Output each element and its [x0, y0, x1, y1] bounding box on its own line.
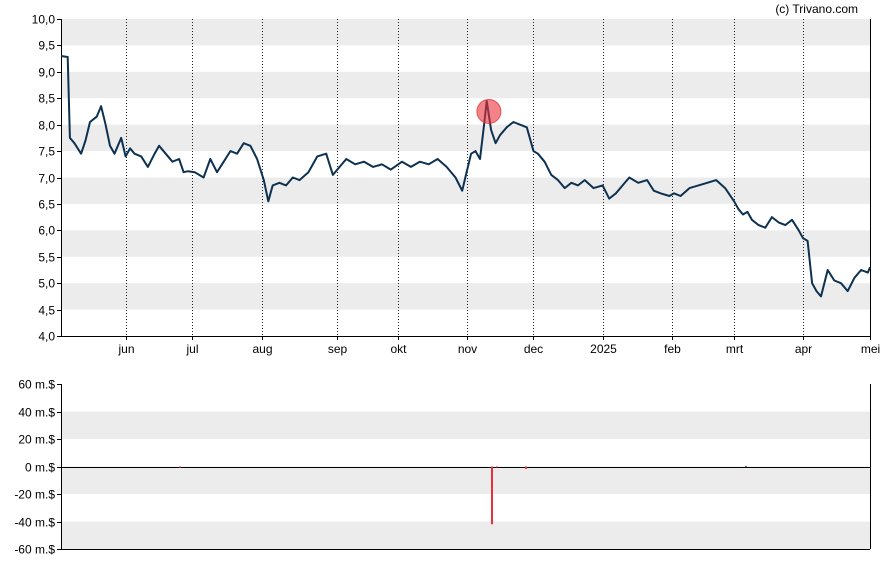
x-tick-label: dec	[524, 342, 543, 356]
transaction-bar	[525, 466, 527, 469]
y-tick-label: -40 m.$	[14, 516, 55, 530]
x-tick-label: feb	[664, 342, 681, 356]
chart-root: 4,0 4,5 5,0 5,5 6,0 6,5 7,0 7,5 8,0 8,5 9,0 9,5 10,0…	[0, 0, 888, 565]
price-chart-bands	[61, 19, 870, 310]
x-tick-label: apr	[795, 342, 812, 356]
y-tick-label: 6,5	[38, 198, 55, 212]
transaction-band	[61, 466, 870, 494]
price-band	[61, 283, 870, 310]
y-tick-label: 7,5	[38, 145, 55, 159]
price-band	[61, 230, 870, 257]
x-tick-label: jun	[117, 342, 134, 356]
x-tick-label: aug	[252, 342, 272, 356]
transaction-bar	[179, 466, 181, 468]
y-tick-label: 4,0	[38, 330, 55, 344]
y-tick-label: 40 m.$	[18, 406, 55, 420]
y-tick-label: 5,5	[38, 251, 55, 265]
y-tick-label: 60 m.$	[18, 378, 55, 392]
price-chart-x-ticks: jun jul aug sep okt nov dec 2025 feb mrt apr mei	[117, 336, 880, 356]
y-tick-label: 6,0	[38, 224, 55, 238]
chart-canvas: 4,0 4,5 5,0 5,5 6,0 6,5 7,0 7,5 8,0 8,5 9,0 9,5 10,0…	[14, 2, 880, 557]
x-tick-label: 2025	[590, 342, 617, 356]
highlight-circle	[476, 98, 502, 124]
transaction-bar	[491, 466, 493, 525]
y-tick-label: 7,0	[38, 172, 55, 186]
x-tick-label: nov	[458, 342, 477, 356]
transaction-band	[61, 411, 870, 439]
y-tick-label: 0 m.$	[25, 461, 55, 475]
price-band	[61, 71, 870, 99]
y-tick-label: -20 m.$	[14, 488, 55, 502]
transaction-bar	[745, 465, 747, 467]
credit-text: (c) Trivano.com	[775, 2, 858, 16]
price-highlight	[476, 98, 502, 124]
y-tick-label: 10,0	[32, 13, 56, 27]
x-tick-label: jul	[185, 342, 198, 356]
y-tick-label: 8,0	[38, 119, 55, 133]
transaction-band	[61, 521, 870, 549]
transaction-bar	[496, 466, 498, 468]
transaction-chart-y-ticks: -60 m.$ -40 m.$ -20 m.$ 0 m.$ 20 m.$ 40 m.$ 60…	[14, 378, 61, 557]
x-tick-label: sep	[328, 342, 348, 356]
y-tick-label: 5,0	[38, 277, 55, 291]
price-band	[61, 124, 870, 152]
x-tick-label: okt	[390, 342, 407, 356]
y-tick-label: 8,5	[38, 92, 55, 106]
y-tick-label: 20 m.$	[18, 433, 55, 447]
transaction-chart-bands	[61, 411, 870, 549]
price-chart-y-ticks: 4,0 4,5 5,0 5,5 6,0 6,5 7,0 7,5 8,0 8,5 9,0 9,5 10,0	[32, 13, 61, 344]
y-tick-label: 9,5	[38, 39, 55, 53]
price-band	[61, 19, 870, 46]
y-tick-label: 4,5	[38, 304, 55, 318]
x-tick-label: mei	[861, 342, 880, 356]
x-tick-label: mrt	[726, 342, 744, 356]
price-band	[61, 177, 870, 204]
y-tick-label: -60 m.$	[14, 543, 55, 557]
y-tick-label: 9,0	[38, 66, 55, 80]
